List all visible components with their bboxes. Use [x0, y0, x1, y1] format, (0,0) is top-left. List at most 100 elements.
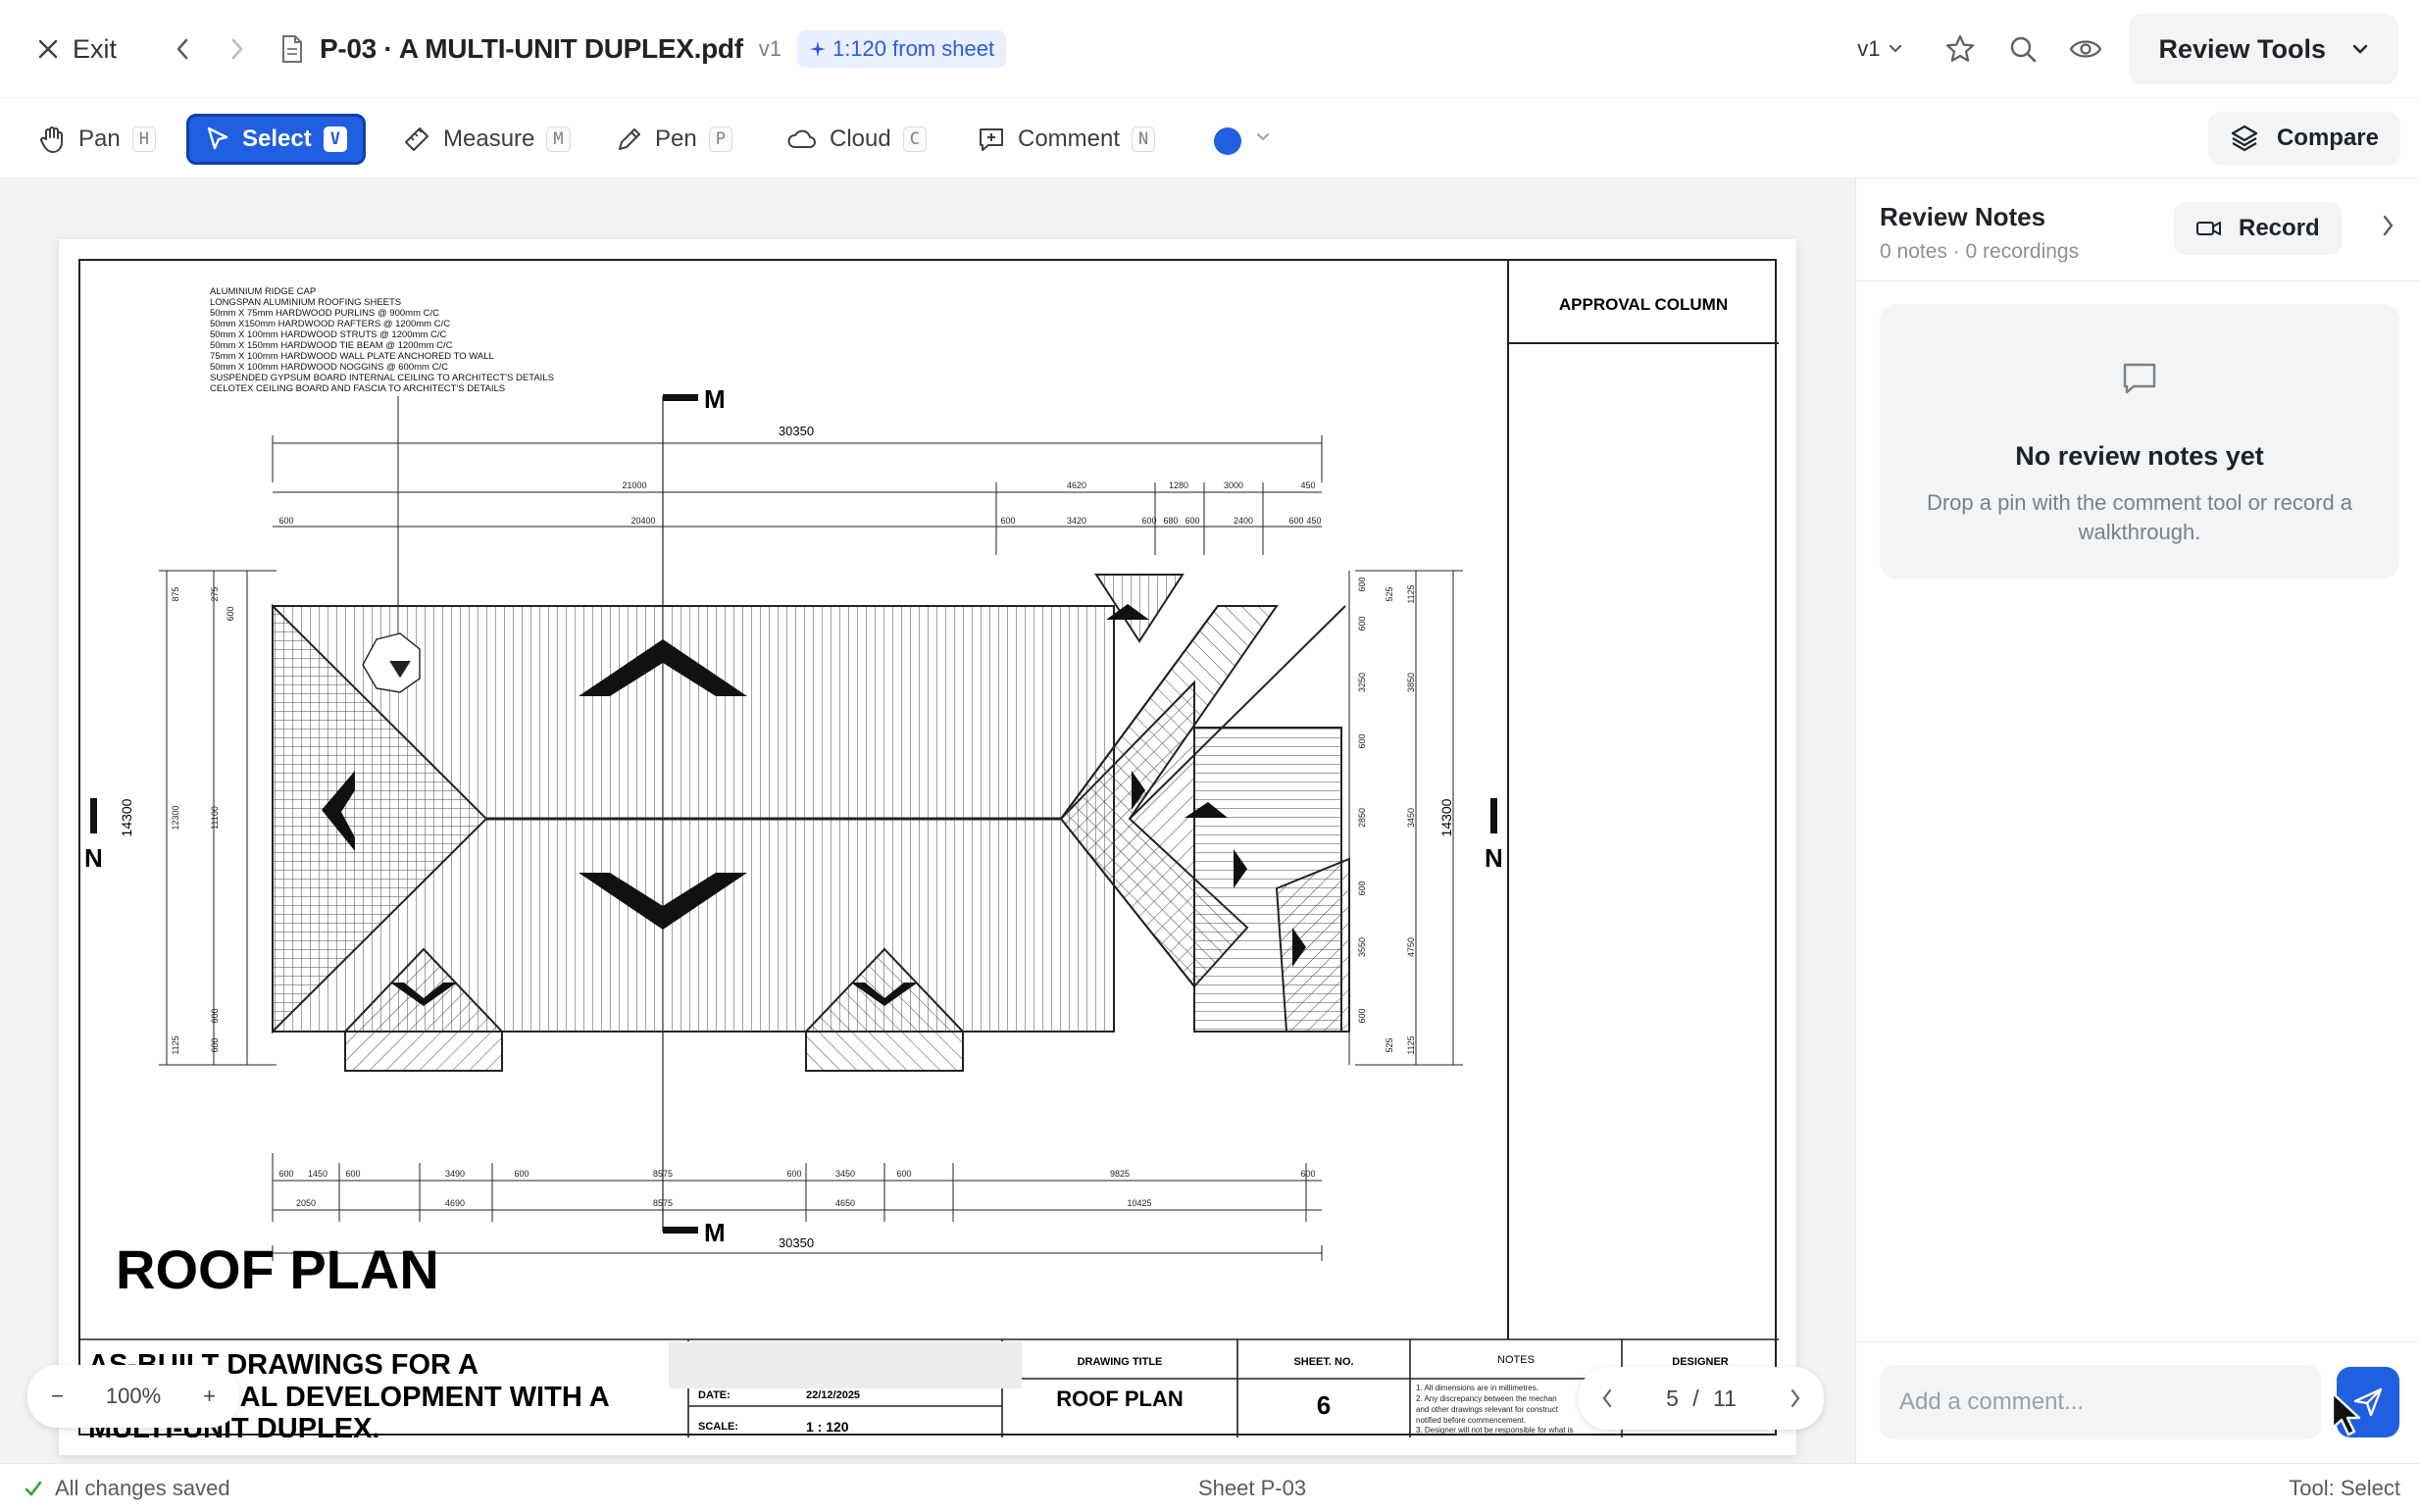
zoom-level: 100%: [105, 1384, 162, 1408]
empty-state-description: Drop a pin with the comment tool or reco…: [1926, 490, 2353, 544]
panel-subtitle: 0 notes · 0 recordings: [1880, 240, 2080, 263]
dimension-label: 21000: [622, 480, 646, 490]
dimension-label: 600: [210, 1037, 220, 1052]
dimension-label: 2050: [296, 1198, 316, 1208]
chevron-left-icon: [176, 38, 188, 60]
dimension-label: 600: [1185, 516, 1199, 526]
sheet-status: Sheet P-03: [1198, 1476, 1307, 1500]
version-select[interactable]: v1: [1857, 36, 1903, 62]
chevron-right-icon[interactable]: [2381, 214, 2395, 237]
save-status: All changes saved: [24, 1476, 230, 1501]
dimension-label: 4690: [445, 1198, 465, 1208]
dimension-label: 1280: [1169, 480, 1188, 490]
tool-status: Tool: Select: [2289, 1476, 2400, 1500]
note-item: notified before commencement.: [1416, 1416, 1526, 1425]
search-button[interactable]: [2003, 29, 2042, 69]
chevron-down-icon[interactable]: [1255, 131, 1271, 143]
color-picker-swatch[interactable]: [1214, 127, 1241, 155]
comment-input[interactable]: Add a comment...: [1880, 1365, 2321, 1439]
tool-pen[interactable]: Pen P: [600, 114, 748, 165]
mouse-cursor-icon: [2331, 1391, 2361, 1436]
compare-label: Compare: [2276, 125, 2379, 151]
document-info: P-03 · A MULTI-UNIT DUPLEX.pdf v1 1:120 …: [280, 27, 1007, 71]
review-tools-button[interactable]: Review Tools: [2129, 14, 2398, 84]
tool-select[interactable]: Select V: [186, 114, 366, 165]
dimension-overall-top: 30350: [779, 424, 814, 438]
layers-icon: [2231, 125, 2258, 152]
date-label: DATE:: [698, 1389, 731, 1401]
chevron-right-icon[interactable]: [1789, 1387, 1802, 1409]
tool-pan-label: Pan: [78, 126, 121, 152]
forward-button[interactable]: [220, 29, 255, 69]
pen-icon: [619, 128, 640, 150]
record-label: Record: [2239, 215, 2320, 241]
note-item: and other drawings relevant for construc…: [1416, 1405, 1559, 1414]
current-page: 5: [1666, 1385, 1679, 1411]
dimension-label: 600: [1300, 1169, 1315, 1179]
dimension-label: 600: [1357, 881, 1367, 895]
dimension-label: 275: [210, 586, 220, 601]
section-marker-n: N: [1485, 843, 1503, 873]
chevron-down-icon: [1890, 44, 1902, 53]
eye-icon: [2070, 40, 2102, 58]
dimension-label: 600: [1357, 733, 1367, 748]
document-title: P-03 · A MULTI-UNIT DUPLEX.pdf: [320, 33, 743, 64]
dimension-label: 12300: [171, 805, 180, 830]
notes-label: NOTES: [1497, 1354, 1535, 1366]
zoom-out-button[interactable]: −: [51, 1384, 64, 1409]
top-right-actions: v1 Review Tools: [1857, 14, 2398, 84]
tool-cloud[interactable]: Cloud C: [771, 114, 942, 165]
back-button[interactable]: [165, 29, 200, 69]
view-button[interactable]: [2066, 29, 2105, 69]
compare-button[interactable]: Compare: [2207, 112, 2400, 165]
empty-state-card: No review notes yet Drop a pin with the …: [1880, 304, 2399, 579]
chevron-down-icon: [2352, 44, 2368, 54]
exit-label: Exit: [73, 33, 118, 64]
drawing-canvas[interactable]: ALUMINIUM RIDGE CAP LONGSPAN ALUMINIUM R…: [0, 178, 1855, 1463]
notes-line: 50mm X 150mm HARDWOOD TIE BEAM @ 1200mm …: [210, 340, 453, 351]
section-marker-m: M: [704, 384, 726, 414]
zoom-control: − 100% +: [27, 1365, 239, 1428]
tool-measure-shortcut: M: [546, 126, 571, 152]
page-navigator: 5 / 11: [1579, 1367, 1824, 1430]
dimension-label: 10425: [1127, 1198, 1151, 1208]
dimension-overall-bottom: 30350: [779, 1235, 814, 1250]
panel-header: Review Notes 0 notes · 0 recordings: [1880, 202, 2079, 264]
ruler-icon: [405, 127, 429, 151]
total-pages: 11: [1713, 1385, 1737, 1411]
tool-comment[interactable]: Comment N: [961, 114, 1171, 165]
dimension-label: 3850: [1406, 673, 1416, 692]
page-separator: /: [1692, 1385, 1699, 1411]
tool-pan[interactable]: Pan H: [22, 114, 172, 165]
dimension-label: 600: [1000, 516, 1015, 526]
tool-measure[interactable]: Measure M: [386, 114, 586, 165]
star-icon: [1946, 34, 1975, 62]
dimension-label: 3250: [1357, 673, 1367, 692]
dimension-label: 4750: [1406, 937, 1416, 957]
record-button[interactable]: Record: [2174, 202, 2342, 255]
dimension-label: 3420: [1067, 516, 1086, 526]
file-icon: [282, 35, 302, 63]
sheet-number-label: SHEET. NO.: [1293, 1356, 1353, 1368]
note-item: 2. Any discrepancy between the mechan: [1416, 1394, 1557, 1403]
zoom-in-button[interactable]: +: [203, 1384, 216, 1409]
comment-plus-icon: [980, 128, 1003, 151]
exit-button[interactable]: Exit: [37, 29, 117, 69]
dimension-label: 1125: [1406, 1035, 1416, 1054]
sheet-border: ALUMINIUM RIDGE CAP LONGSPAN ALUMINIUM R…: [78, 259, 1779, 1444]
notes-line: CELOTEX CEILING BOARD AND FASCIA TO ARCH…: [210, 383, 505, 394]
note-item: 3. Designer will not be responsible for …: [1416, 1426, 1574, 1435]
close-icon: [38, 39, 58, 59]
chevron-left-icon[interactable]: [1600, 1387, 1614, 1409]
dimension-label: 450: [1306, 516, 1321, 526]
scale-badge[interactable]: 1:120 from sheet: [796, 30, 1007, 68]
dimension-label: 680: [1163, 516, 1178, 526]
favorite-button[interactable]: [1941, 29, 1980, 69]
drawing-sheet[interactable]: ALUMINIUM RIDGE CAP LONGSPAN ALUMINIUM R…: [59, 239, 1796, 1455]
dimension-label: 1125: [1406, 584, 1416, 603]
dimension-label: 600: [1141, 516, 1156, 526]
cursor-icon: [207, 126, 228, 150]
review-notes-panel: Review Notes 0 notes · 0 recordings Reco…: [1855, 178, 2420, 1463]
tool-cloud-shortcut: C: [902, 126, 927, 152]
page-indicator: 5 / 11: [1666, 1386, 1737, 1412]
